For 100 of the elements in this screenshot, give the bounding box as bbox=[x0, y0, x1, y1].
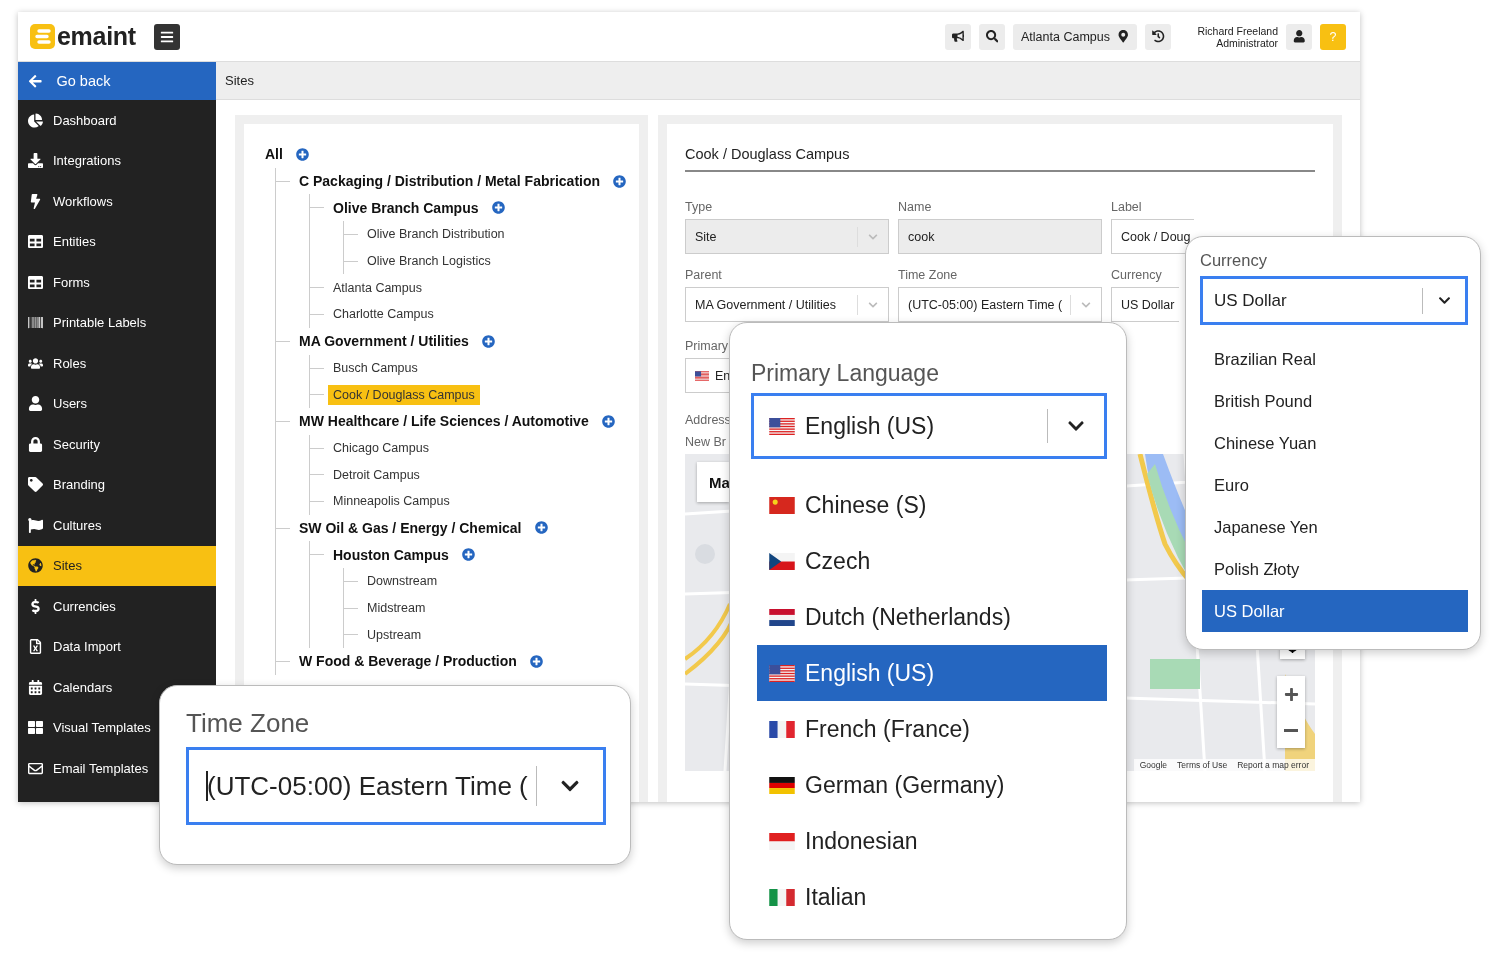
search-icon bbox=[985, 30, 999, 43]
tree-item[interactable]: Detroit Campus bbox=[328, 464, 425, 485]
map-attribution-link[interactable]: Google bbox=[1139, 760, 1168, 770]
flag-icon bbox=[769, 776, 795, 794]
tree-item[interactable]: Minneapolis Campus bbox=[328, 491, 455, 512]
tree-item[interactable]: Upstream bbox=[362, 624, 427, 645]
go-back-button[interactable]: Go back bbox=[18, 62, 216, 100]
select-field[interactable]: (UTC-05:00) Eastern Time ( bbox=[186, 747, 606, 825]
sidebar-item[interactable]: Sites bbox=[18, 545, 216, 586]
user-name: Richard Freeland bbox=[1197, 24, 1278, 37]
people-icon bbox=[28, 355, 43, 371]
tree-item[interactable]: W Food & Beverage / Production bbox=[294, 650, 522, 673]
user-role: Administrator bbox=[1216, 36, 1278, 49]
envelope-icon bbox=[28, 760, 43, 776]
add-button[interactable] bbox=[601, 414, 615, 428]
chevron-icon bbox=[1437, 294, 1451, 307]
download-icon bbox=[28, 153, 43, 169]
sidebar-item[interactable]: Users bbox=[18, 383, 216, 424]
flag-icon bbox=[769, 552, 795, 570]
select-field[interactable]: English (US) bbox=[751, 393, 1107, 459]
menu-button[interactable] bbox=[153, 23, 180, 50]
field-label: Address bbox=[685, 413, 731, 427]
tree-item[interactable]: Chicago Campus bbox=[328, 437, 434, 458]
select-field[interactable]: (UTC-05:00) Eastern Time ( bbox=[898, 287, 1102, 322]
sidebar-item[interactable]: Branding bbox=[18, 464, 216, 505]
select-field[interactable]: MA Government / Utilities bbox=[685, 287, 889, 322]
input-field[interactable]: Cook / Doug bbox=[1111, 219, 1195, 254]
address-text: New Br bbox=[685, 435, 726, 449]
flag-icon bbox=[769, 608, 795, 626]
add-button[interactable] bbox=[295, 147, 309, 161]
add-button[interactable] bbox=[481, 334, 495, 348]
menu-icon bbox=[159, 29, 174, 44]
add-button[interactable] bbox=[613, 174, 627, 188]
field-label: Type bbox=[685, 200, 713, 214]
popup-label: Currency bbox=[1200, 251, 1268, 270]
map-attribution-link[interactable]: Report a map error bbox=[1237, 760, 1309, 770]
popup-label: Primary Language bbox=[751, 360, 940, 387]
flag-icon bbox=[769, 417, 795, 435]
tree-item[interactable]: MW Healthcare / Life Sciences / Automotive bbox=[294, 410, 594, 433]
location-button[interactable]: Atlanta Campus bbox=[1013, 23, 1138, 50]
file-icon bbox=[28, 639, 43, 655]
lightning-icon bbox=[28, 193, 43, 209]
tree-item[interactable]: Olive Branch Logistics bbox=[362, 251, 496, 272]
flag-icon bbox=[28, 517, 43, 533]
add-button[interactable] bbox=[529, 654, 543, 668]
tree-item[interactable]: Midstream bbox=[362, 598, 431, 619]
add-button[interactable] bbox=[461, 548, 475, 562]
search-button[interactable] bbox=[979, 23, 1005, 50]
sidebar-item[interactable]: Security bbox=[18, 424, 216, 465]
field-label: Label bbox=[1111, 200, 1142, 214]
announcement-button[interactable] bbox=[945, 23, 971, 50]
select-field[interactable]: US Dollar bbox=[1200, 276, 1468, 325]
barcode-icon bbox=[28, 315, 43, 331]
tree-item[interactable]: Houston Campus bbox=[328, 543, 454, 566]
sidebar-item[interactable]: Roles bbox=[18, 343, 216, 384]
sidebar-item[interactable]: Workflows bbox=[18, 181, 216, 222]
sidebar-item[interactable]: Calendars bbox=[18, 667, 216, 708]
form-title: Cook / Douglass Campus bbox=[685, 146, 1315, 172]
add-button[interactable] bbox=[534, 521, 548, 535]
tree-item[interactable]: Atlanta Campus bbox=[328, 277, 427, 298]
map-pin-icon bbox=[1116, 30, 1130, 43]
user-button[interactable] bbox=[1286, 23, 1312, 50]
add-button[interactable] bbox=[491, 201, 505, 215]
tree-item[interactable]: All bbox=[260, 143, 288, 166]
person-icon bbox=[28, 396, 43, 412]
tree-item[interactable]: MA Government / Utilities bbox=[294, 330, 474, 353]
chevron-icon bbox=[868, 299, 878, 310]
lock-icon bbox=[28, 436, 43, 452]
sidebar-item[interactable]: Currencies bbox=[18, 586, 216, 627]
tree-item[interactable]: Cook / Douglass Campus bbox=[328, 384, 480, 405]
tree-item[interactable]: C Packaging / Distribution / Metal Fabrication bbox=[294, 170, 606, 193]
sidebar-item[interactable]: Data Import bbox=[18, 626, 216, 667]
table-icon bbox=[28, 234, 43, 250]
map-attribution-link[interactable]: Terms of Use bbox=[1177, 760, 1228, 770]
person-icon bbox=[1292, 30, 1306, 43]
tree-item[interactable]: Charlotte Campus bbox=[328, 304, 439, 325]
table-icon bbox=[28, 274, 43, 290]
popup-label: Time Zone bbox=[186, 708, 311, 739]
sidebar-item[interactable]: Forms bbox=[18, 262, 216, 303]
language-option[interactable]: English (US) bbox=[757, 645, 1107, 701]
logo-icon bbox=[30, 24, 55, 49]
sidebar-item[interactable]: Cultures bbox=[18, 505, 216, 546]
sidebar-item[interactable]: Dashboard bbox=[18, 100, 216, 141]
arrow-left-icon bbox=[28, 73, 43, 89]
currency-option[interactable]: US Dollar bbox=[1202, 590, 1468, 632]
calendar-icon bbox=[28, 679, 43, 695]
map-type-button[interactable]: Ma bbox=[697, 462, 729, 502]
sidebar-item[interactable]: Integrations bbox=[18, 140, 216, 181]
field-label: Name bbox=[898, 200, 932, 214]
sidebar-item[interactable]: Entities bbox=[18, 221, 216, 262]
input-field[interactable]: US Dollar bbox=[1111, 287, 1179, 322]
tree-item[interactable]: Olive Branch Campus bbox=[328, 196, 484, 219]
sidebar-item[interactable]: Printable Labels bbox=[18, 302, 216, 343]
tree-item[interactable]: SW Oil & Gas / Energy / Chemical bbox=[294, 516, 527, 539]
tree-item[interactable]: Downstream bbox=[362, 571, 443, 592]
tree-item[interactable]: Olive Branch Distribution bbox=[362, 224, 510, 245]
history-button[interactable] bbox=[1145, 23, 1172, 50]
tree-item[interactable]: Busch Campus bbox=[328, 357, 423, 378]
flag-icon bbox=[695, 370, 709, 381]
tag-icon bbox=[28, 477, 43, 493]
